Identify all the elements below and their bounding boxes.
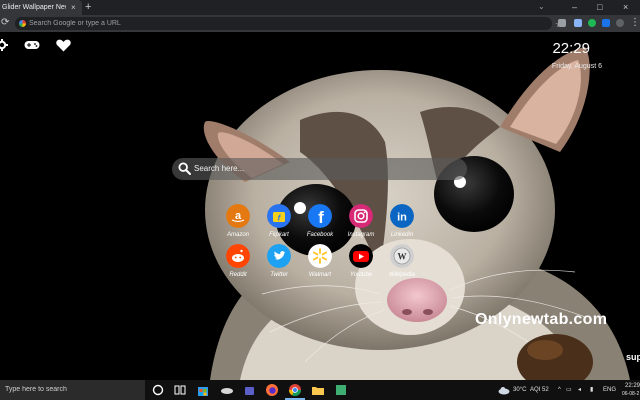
taskbar: 30°C AQI 52 ^ ▭ ◂ ▮ ENG 22:29 06-08-2 <box>0 380 640 400</box>
clock-time: 22:29 <box>552 40 590 57</box>
new-tab-page: 22:29 Friday, August 6 a Amazon f Flipka… <box>0 32 640 380</box>
search-box[interactable] <box>172 158 467 180</box>
edge-text: sup <box>626 352 640 362</box>
quick-link-label: Youtube <box>349 272 373 278</box>
browser-toolbar: ⟳ ☆ ⋮ <box>0 15 640 32</box>
quick-link-youtube[interactable]: Youtube <box>339 244 383 282</box>
flipkart-icon: f <box>267 204 291 228</box>
task-view-icon[interactable] <box>173 383 187 397</box>
quick-link-label: Walmart <box>308 272 332 278</box>
network-icon[interactable]: ▭ <box>566 386 572 394</box>
extension-blue-icon[interactable] <box>574 19 582 27</box>
quick-link-reddit[interactable]: Reddit <box>216 244 260 282</box>
firefox-icon[interactable] <box>265 383 279 397</box>
settings-gear-icon[interactable] <box>0 39 8 51</box>
quick-link-label: Reddit <box>229 272 247 278</box>
quick-link-facebook[interactable]: f Facebook <box>298 204 342 242</box>
tab-search-chevron-icon[interactable]: ⌄ <box>538 2 545 11</box>
battery-icon[interactable]: ▮ <box>590 386 593 394</box>
clock-date: Friday, August 6 <box>551 63 602 70</box>
extension-vpn-icon[interactable] <box>602 19 610 27</box>
close-window-button[interactable]: × <box>623 1 628 13</box>
svg-text:W: W <box>398 252 407 262</box>
store-bag-icon[interactable] <box>196 383 210 397</box>
facebook-icon: f <box>308 204 332 228</box>
speaker-icon[interactable]: ◂ <box>578 386 581 394</box>
quick-link-twitter[interactable]: Twitter <box>257 244 301 282</box>
quick-link-wikipedia[interactable]: W Wikipedia <box>380 244 424 282</box>
svg-text:a: a <box>235 210 242 222</box>
tray-chevron-icon[interactable]: ^ <box>558 386 561 394</box>
app-icon[interactable] <box>220 383 234 397</box>
extension-green-icon[interactable] <box>588 19 596 27</box>
quick-link-label: Amazon <box>226 232 249 238</box>
chrome-icon[interactable] <box>288 383 302 397</box>
heart-icon[interactable] <box>56 39 71 52</box>
close-tab-icon[interactable]: × <box>71 2 76 13</box>
teams-icon[interactable] <box>243 383 257 397</box>
wikipedia-icon: W <box>390 244 414 268</box>
quick-link-label: Twitter <box>270 272 288 278</box>
twitter-icon <box>267 244 291 268</box>
extension-puzzle-icon[interactable] <box>558 19 566 27</box>
tab-title: Glider Wallpaper New Tab <box>2 4 66 11</box>
quick-link-label: Wikipedia <box>389 272 415 278</box>
search-input[interactable] <box>194 158 454 180</box>
taskbar-time[interactable]: 22:29 <box>625 382 640 390</box>
weather-temperature: 30°C <box>513 387 527 393</box>
quick-link-flipkart[interactable]: f Flipkart <box>257 204 301 242</box>
tab-strip: Glider Wallpaper New Tab × + ⌄ – □ × <box>0 0 640 15</box>
notepad-app-icon[interactable] <box>334 383 348 397</box>
taskbar-search-box[interactable] <box>0 380 145 400</box>
youtube-icon <box>349 244 373 268</box>
gamepad-icon[interactable] <box>24 39 40 51</box>
walmart-icon <box>308 244 332 268</box>
cortana-icon[interactable] <box>151 383 165 397</box>
quick-link-label: Facebook <box>306 232 334 238</box>
linkedin-icon: in <box>390 204 414 228</box>
tab-glider-wallpaper[interactable]: Glider Wallpaper New Tab × <box>0 0 82 15</box>
browser-menu-icon[interactable]: ⋮ <box>630 17 640 29</box>
quick-link-amazon[interactable]: a Amazon <box>216 204 260 242</box>
onlynewtab-watermark: Onlynewtab.com <box>475 311 608 328</box>
file-explorer-icon[interactable] <box>311 383 325 397</box>
reddit-icon <box>226 244 250 268</box>
language-indicator[interactable]: ENG <box>603 386 616 394</box>
minimize-button[interactable]: – <box>572 1 577 13</box>
quick-link-label: Flipkart <box>269 232 289 238</box>
maximize-button[interactable]: □ <box>597 1 602 13</box>
reload-icon[interactable]: ⟳ <box>1 17 9 29</box>
quick-link-label: Linkedin <box>390 232 414 238</box>
instagram-icon <box>349 204 373 228</box>
quick-link-linkedin[interactable]: in Linkedin <box>380 204 424 242</box>
svg-text:in: in <box>397 212 407 224</box>
amazon-icon: a <box>226 204 250 228</box>
omnibox-input[interactable] <box>29 17 529 30</box>
air-quality-index: AQI 52 <box>530 387 549 393</box>
taskbar-date[interactable]: 06-08-2 <box>622 390 639 398</box>
taskbar-search-input[interactable] <box>5 380 140 400</box>
weather-cloud-icon <box>498 387 510 395</box>
search-icon[interactable] <box>178 162 191 175</box>
quick-link-instagram[interactable]: Instagram <box>339 204 383 242</box>
address-bar[interactable]: ☆ <box>15 17 563 30</box>
profile-avatar-icon[interactable] <box>616 19 624 27</box>
svg-text:f: f <box>318 208 324 227</box>
new-tab-button[interactable]: + <box>85 1 91 13</box>
google-icon <box>19 20 26 27</box>
quick-link-walmart[interactable]: Walmart <box>298 244 342 282</box>
quick-link-label: Instagram <box>347 232 375 238</box>
